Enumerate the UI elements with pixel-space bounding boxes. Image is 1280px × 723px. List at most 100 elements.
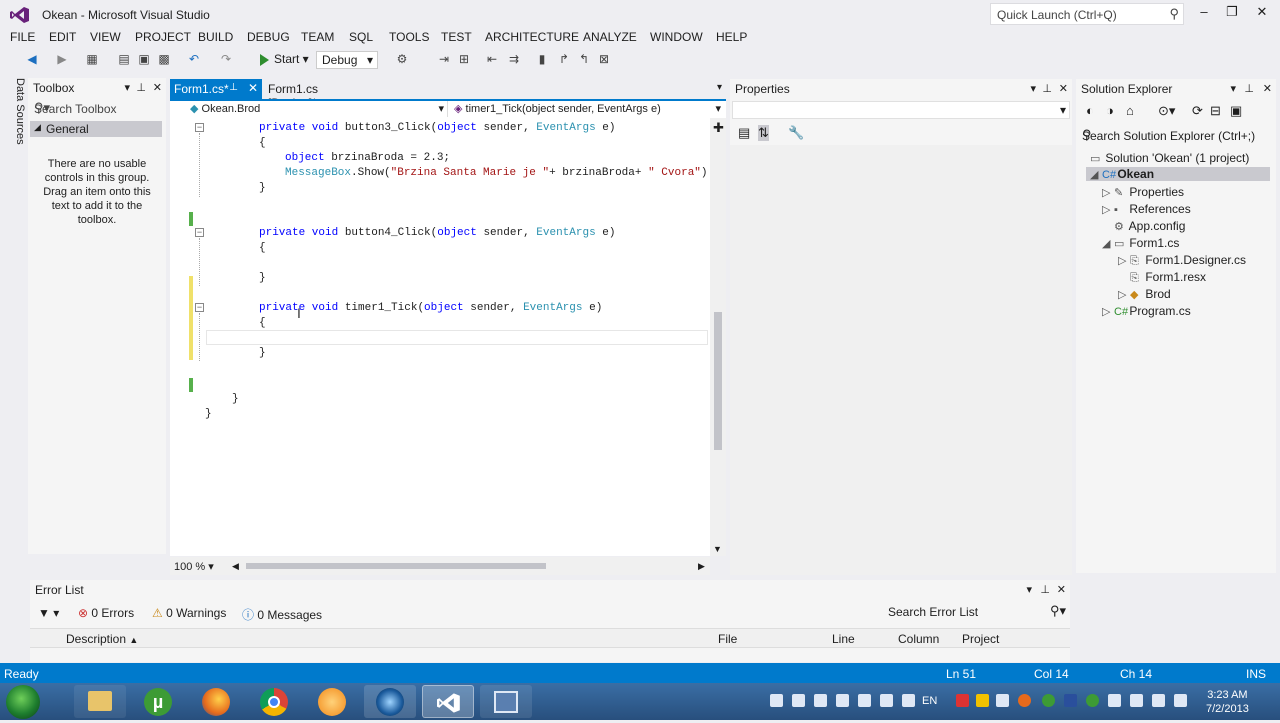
messages-toggle[interactable]: ⓘ 0 Messages (242, 606, 322, 623)
new-project-icon[interactable]: ▦ (84, 51, 100, 67)
forward-icon[interactable]: ▶ (54, 51, 70, 67)
tab-form1-cs[interactable]: Form1.cs* ⊥ ✕ (170, 79, 262, 99)
restore-button[interactable]: ❐ (1222, 4, 1242, 22)
taskbar-explorer[interactable] (74, 685, 126, 718)
bookmark-icon[interactable]: ▮ (534, 51, 550, 67)
tray-icon[interactable] (1064, 694, 1077, 707)
taskbar-app[interactable] (480, 685, 532, 718)
split-icon[interactable]: ✚ (713, 120, 724, 136)
tray-icon[interactable] (1174, 694, 1187, 707)
toolbox-group-general[interactable]: ◢ General (30, 121, 162, 137)
back-icon[interactable]: ◀ (24, 51, 40, 67)
pin-icon[interactable]: ⊥ (1244, 82, 1254, 95)
class-dropdown[interactable]: ◆ Okean.Brod ▾ (186, 101, 448, 117)
tree-item-okean-project[interactable]: ◢ C# Okean (1086, 167, 1270, 181)
solution-config-select[interactable]: Debug ▾ (316, 51, 378, 69)
next-bookmark-icon[interactable]: ↱ (556, 51, 572, 67)
tray-icon[interactable] (880, 694, 893, 707)
menu-build[interactable]: BUILD (198, 30, 233, 44)
menu-architecture[interactable]: ARCHITECTURE (485, 30, 579, 44)
show-all-files-icon[interactable]: ▣ (1230, 103, 1242, 119)
collapse-icon[interactable]: − (195, 123, 204, 132)
comment-icon[interactable]: ⇤ (484, 51, 500, 67)
redo-icon[interactable]: ↷ (218, 51, 234, 67)
pin-icon[interactable]: ⊥ (1040, 583, 1050, 596)
filter-icon[interactable]: ▼ ▾ (38, 606, 59, 620)
hierarchy-icon[interactable]: ⊞ (456, 51, 472, 67)
tray-icon[interactable] (956, 694, 969, 707)
uncomment-icon[interactable]: ⇉ (506, 51, 522, 67)
object-selector[interactable]: ▾ (732, 101, 1070, 119)
column-file[interactable]: File (718, 632, 737, 646)
menu-window[interactable]: WINDOW (650, 30, 703, 44)
vertical-scroll-thumb[interactable] (714, 312, 722, 450)
taskbar-camtasia[interactable] (364, 685, 416, 718)
tree-item-app-config[interactable]: ⚙ App.config (1114, 219, 1185, 233)
windows-start-icon[interactable] (6, 685, 40, 719)
tray-icon[interactable] (858, 694, 871, 707)
start-debug-button[interactable]: Start ▾ (260, 52, 309, 66)
horizontal-scroll-thumb[interactable] (246, 563, 546, 569)
taskbar-visual-studio[interactable] (422, 685, 474, 718)
tree-item-form1-designer[interactable]: ▷ ⎘ Form1.Designer.cs (1118, 253, 1246, 268)
menu-sql[interactable]: SQL (349, 30, 373, 44)
solution-search-input[interactable]: Search Solution Explorer (Ctrl+;) ⚲ (1078, 125, 1270, 145)
dropdown-icon[interactable]: ▾ (124, 81, 130, 94)
collapse-all-icon[interactable]: ⊟ (1210, 103, 1221, 119)
prev-bookmark-icon[interactable]: ↰ (576, 51, 592, 67)
close-window-button[interactable]: ✕ (1252, 4, 1272, 22)
error-search-input[interactable]: Search Error List ⚲▾ (884, 603, 1068, 621)
column-line[interactable]: Line (832, 632, 855, 646)
toolbox-search-input[interactable]: Search Toolbox ⚲▾ (28, 99, 162, 117)
errors-toggle[interactable]: ⊗ 0 Errors (78, 606, 134, 620)
menu-view[interactable]: VIEW (90, 30, 121, 44)
scroll-down-icon[interactable]: ▼ (713, 544, 722, 554)
tab-overflow-icon[interactable]: ▾ (717, 82, 722, 93)
menu-debug[interactable]: DEBUG (247, 30, 290, 44)
pin-icon[interactable]: ⊥ (1042, 82, 1052, 95)
forward-icon[interactable]: ◑ (1106, 103, 1114, 118)
tree-item-form1-resx[interactable]: ⎘ Form1.resx (1130, 270, 1206, 285)
menu-edit[interactable]: EDIT (49, 30, 76, 44)
tray-icon[interactable] (1018, 694, 1031, 707)
menu-test[interactable]: TEST (441, 30, 472, 44)
menu-analyze[interactable]: ANALYZE (583, 30, 637, 44)
tray-icon[interactable] (1108, 694, 1121, 707)
pin-icon[interactable]: ⊥ (136, 81, 146, 94)
property-pages-icon[interactable]: 🔧 (788, 125, 804, 141)
tree-item-references[interactable]: ▷ ▪ References (1102, 202, 1191, 216)
speaker-icon[interactable] (1130, 694, 1143, 707)
sync-icon[interactable]: ⊙▾ (1158, 103, 1175, 119)
tree-item-form1-cs[interactable]: ◢ ▭ Form1.cs (1102, 236, 1179, 250)
column-project[interactable]: Project (962, 632, 999, 646)
tray-icon[interactable] (770, 694, 783, 707)
tree-item-program-cs[interactable]: ▷ C# Program.cs (1102, 304, 1191, 318)
column-description[interactable]: Description ▲ (66, 632, 138, 646)
save-icon[interactable]: ▣ (136, 51, 152, 67)
column-column[interactable]: Column (898, 632, 939, 646)
tray-icon[interactable] (1042, 694, 1055, 707)
menu-help[interactable]: HELP (716, 30, 747, 44)
home-icon[interactable]: ⌂ (1126, 103, 1134, 118)
menu-team[interactable]: TEAM (301, 30, 334, 44)
taskbar-vlc[interactable] (306, 685, 358, 718)
tray-icon[interactable] (996, 694, 1009, 707)
pin-icon[interactable]: ⊥ (229, 82, 238, 93)
tray-icon[interactable] (902, 694, 915, 707)
tray-icon[interactable] (1086, 694, 1099, 707)
taskbar-utorrent[interactable]: µ (132, 685, 184, 718)
tab-form1-design[interactable]: Form1.cs [Design]* (264, 79, 374, 110)
refresh-icon[interactable]: ⟳ (1192, 103, 1203, 119)
minimize-button[interactable]: ‒ (1194, 4, 1214, 22)
collapse-icon[interactable]: − (195, 303, 204, 312)
menu-project[interactable]: PROJECT (135, 30, 191, 44)
network-icon[interactable] (1152, 694, 1165, 707)
close-tab-icon[interactable]: ✕ (248, 81, 258, 95)
back-icon[interactable]: ◐ (1086, 103, 1094, 118)
step-icon[interactable]: ⇥ (436, 51, 452, 67)
taskbar-chrome[interactable] (248, 685, 300, 718)
warnings-toggle[interactable]: ⚠ 0 Warnings (152, 606, 226, 620)
undo-icon[interactable]: ↶ (186, 51, 202, 67)
close-icon[interactable]: ✕ (1057, 583, 1066, 596)
tray-icon[interactable] (836, 694, 849, 707)
